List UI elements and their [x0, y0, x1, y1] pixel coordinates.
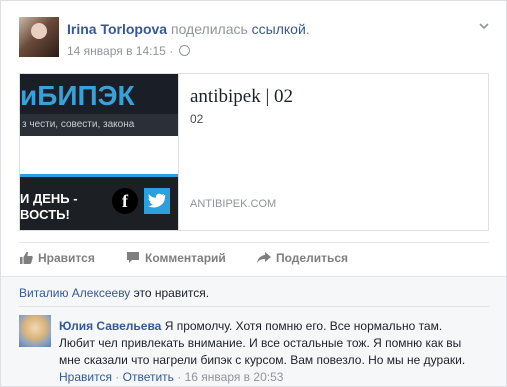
share-button[interactable]: Поделиться [257, 251, 348, 265]
comment-icon [127, 252, 139, 263]
comment-date[interactable]: 16 января в 20:53 [185, 370, 284, 384]
comment-like-link[interactable]: Нравится [59, 370, 112, 384]
facebook-icon: f [112, 188, 138, 214]
feedback-section: Виталию Алексееву это нравится. Юлия Сав… [1, 276, 506, 386]
post-card: Irina Torlopova поделилась ссылкой. 14 я… [0, 0, 507, 387]
share-label: Поделиться [276, 251, 349, 265]
chevron-down-icon[interactable] [479, 21, 489, 31]
link-description: 02 [190, 112, 204, 126]
promo-line-1: И ДЕНЬ - [20, 191, 78, 206]
link-domain: ANTIBIPEK.COM [190, 198, 277, 210]
thumb-blank-band [20, 136, 178, 174]
post-actions-bar: Нравится Комментарий Поделиться [19, 242, 489, 274]
comment-reply-link[interactable]: Ответить [123, 370, 174, 384]
like-button[interactable]: Нравится [19, 251, 95, 265]
post-action: поделилась [170, 21, 248, 37]
post-author-line: Irina Torlopova поделилась ссылкой. [67, 21, 310, 37]
post-header: Irina Torlopova поделилась ссылкой. 14 я… [19, 17, 489, 61]
link-preview-body[interactable]: antibipek | 02 02 ANTIBIPEK.COM [178, 74, 488, 230]
commenter-name[interactable]: Юлия Савельева [59, 319, 161, 333]
post-period: . [305, 21, 310, 37]
post-date[interactable]: 14 января в 14:15 [67, 44, 166, 58]
link-title[interactable]: antibipek | 02 [190, 86, 293, 108]
post-meta: 14 января в 14:15 · [67, 44, 190, 58]
comment-button[interactable]: Комментарий [126, 251, 226, 265]
shared-link-label[interactable]: ссылкой [252, 21, 306, 37]
author-name[interactable]: Irina Torlopova [67, 21, 167, 37]
comment-meta: Нравится · Ответить · 16 января в 20:53 [59, 370, 283, 384]
like-label: Нравится [38, 251, 95, 265]
author-avatar[interactable] [19, 17, 59, 57]
likes-sentence: Виталию Алексееву это нравится. [19, 286, 209, 300]
link-attachment[interactable]: иБИПЭК з чести, совести, закона И ДЕНЬ -… [19, 73, 489, 231]
globe-icon[interactable] [178, 45, 190, 56]
meta-dot: · [169, 44, 174, 58]
thumb-brand-text: иБИПЭК [20, 80, 135, 111]
divider [19, 306, 489, 307]
liker-name[interactable]: Виталию Алексееву [19, 286, 130, 300]
link-thumbnail[interactable]: иБИПЭК з чести, совести, закона И ДЕНЬ -… [20, 74, 178, 230]
likes-text: это нравится. [130, 286, 210, 300]
share-icon [257, 252, 271, 263]
comment-body: Юлия Савельева Я промолчу. Хотя помню ег… [59, 318, 479, 369]
comment-meta-sep-1: · [111, 370, 123, 384]
twitter-icon [144, 188, 170, 214]
thumb-tagline: з чести, совести, закона [22, 119, 135, 130]
promo-line-2: ВОСТЬ! [20, 207, 70, 222]
comment-meta-sep-2: · [173, 370, 185, 384]
comment-label: Комментарий [145, 251, 226, 265]
thumb-promo-text: И ДЕНЬ - ВОСТЬ! [20, 191, 78, 223]
commenter-avatar[interactable] [19, 315, 51, 347]
like-icon [20, 251, 33, 264]
